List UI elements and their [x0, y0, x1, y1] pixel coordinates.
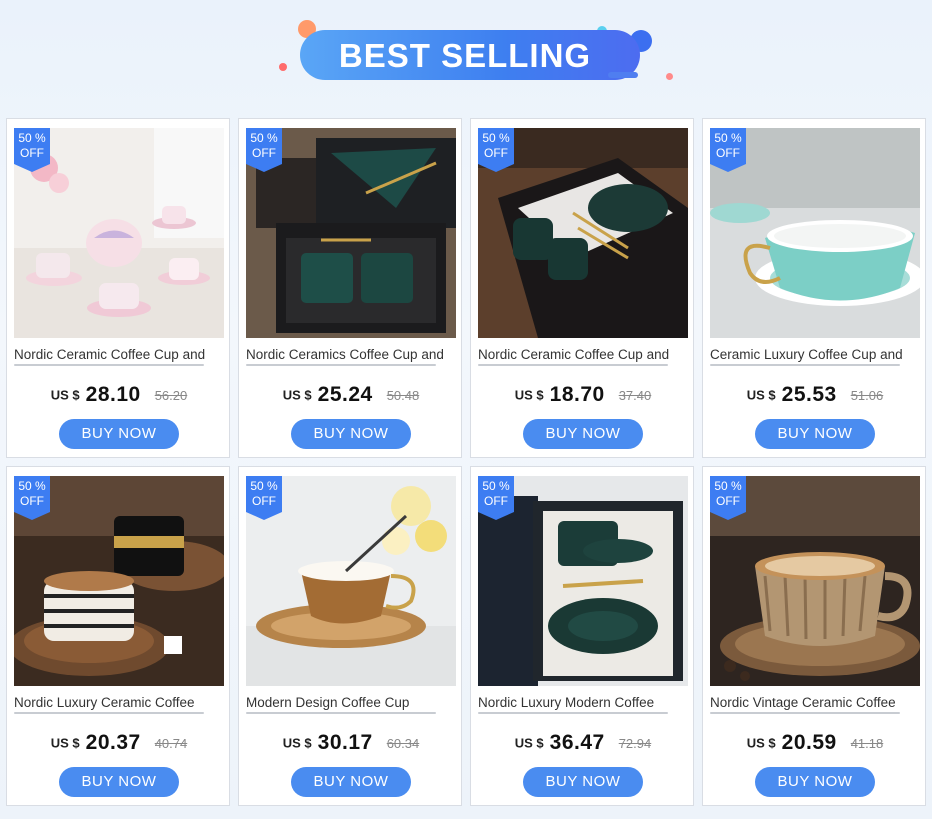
- discount-badge: 50 % OFF: [478, 128, 514, 172]
- currency-label: US $: [50, 735, 80, 751]
- original-price: 60.34: [386, 735, 420, 751]
- original-price: 40.74: [154, 735, 188, 751]
- sale-price: 30.17: [317, 731, 373, 754]
- price-row: US $ 36.47 72.94: [471, 731, 695, 757]
- discount-badge: 50 % OFF: [246, 128, 282, 172]
- decor-dot: [666, 73, 673, 80]
- buy-now-button[interactable]: BUY NOW: [59, 767, 179, 797]
- sale-price: 25.53: [781, 383, 837, 406]
- buy-now-button[interactable]: BUY NOW: [755, 419, 875, 449]
- product-name[interactable]: Nordic Ceramics Coffee Cup and: [246, 347, 458, 363]
- decor-dot: [279, 63, 287, 71]
- product-name-overflow: [246, 363, 458, 368]
- buy-now-button[interactable]: BUY NOW: [291, 767, 411, 797]
- original-price: 56.20: [154, 387, 188, 403]
- product-card[interactable]: 50 % OFF Nordic Luxury Ceramic Coffee US …: [6, 466, 230, 806]
- price-row: US $ 28.10 56.20: [7, 383, 231, 409]
- price-row: US $ 20.37 40.74: [7, 731, 231, 757]
- buy-now-button[interactable]: BUY NOW: [755, 767, 875, 797]
- original-price: 37.40: [618, 387, 652, 403]
- product-name[interactable]: Nordic Luxury Modern Coffee: [478, 695, 690, 711]
- buy-now-button[interactable]: BUY NOW: [59, 419, 179, 449]
- product-name[interactable]: Nordic Ceramic Coffee Cup and: [14, 347, 226, 363]
- sale-price: 18.70: [549, 383, 605, 406]
- discount-badge: 50 % OFF: [246, 476, 282, 520]
- discount-badge: 50 % OFF: [478, 476, 514, 520]
- price-row: US $ 20.59 41.18: [703, 731, 927, 757]
- buy-now-button[interactable]: BUY NOW: [523, 419, 643, 449]
- product-card[interactable]: 50 % OFF Nordic Vintage Ceramic Coffee US…: [702, 466, 926, 806]
- product-card[interactable]: 50 % OFF Nordic Ceramics Coffee Cup and U…: [238, 118, 462, 458]
- product-card[interactable]: 50 % OFF Nordic Luxury Modern Coffee US $…: [470, 466, 694, 806]
- buy-now-button[interactable]: BUY NOW: [523, 767, 643, 797]
- discount-badge: 50 % OFF: [710, 128, 746, 172]
- sale-price: 20.37: [85, 731, 141, 754]
- currency-label: US $: [514, 735, 544, 751]
- buy-now-button[interactable]: BUY NOW: [291, 419, 411, 449]
- original-price: 72.94: [618, 735, 652, 751]
- product-card[interactable]: 50 % OFF Nordic Ceramic Coffee Cup and US…: [470, 118, 694, 458]
- product-name-overflow: [246, 711, 458, 716]
- sale-price: 36.47: [549, 731, 605, 754]
- product-name[interactable]: Modern Design Coffee Cup: [246, 695, 458, 711]
- sale-price: 28.10: [85, 383, 141, 406]
- product-name-overflow: [710, 711, 922, 716]
- discount-badge: 50 % OFF: [14, 128, 50, 172]
- product-name[interactable]: Ceramic Luxury Coffee Cup and: [710, 347, 922, 363]
- sale-price: 20.59: [781, 731, 837, 754]
- price-row: US $ 25.24 50.48: [239, 383, 463, 409]
- discount-badge: 50 % OFF: [710, 476, 746, 520]
- product-name-overflow: [14, 363, 226, 368]
- currency-label: US $: [282, 735, 312, 751]
- best-selling-banner: BEST SELLING: [0, 0, 932, 110]
- product-name-overflow: [14, 711, 226, 716]
- product-name[interactable]: Nordic Vintage Ceramic Coffee: [710, 695, 922, 711]
- original-price: 50.48: [386, 387, 420, 403]
- discount-badge: 50 % OFF: [14, 476, 50, 520]
- price-row: US $ 18.70 37.40: [471, 383, 695, 409]
- price-row: US $ 25.53 51.06: [703, 383, 927, 409]
- product-card[interactable]: 50 % OFF Nordic Ceramic Coffee Cup and US…: [6, 118, 230, 458]
- currency-label: US $: [746, 735, 776, 751]
- product-card[interactable]: 50 % OFF Modern Design Coffee Cup US $ 30.…: [238, 466, 462, 806]
- price-row: US $ 30.17 60.34: [239, 731, 463, 757]
- currency-label: US $: [50, 387, 80, 403]
- banner-title: BEST SELLING: [338, 37, 592, 74]
- currency-label: US $: [514, 387, 544, 403]
- product-name-overflow: [478, 363, 690, 368]
- original-price: 51.06: [850, 387, 884, 403]
- product-name-overflow: [478, 711, 690, 716]
- product-name[interactable]: Nordic Luxury Ceramic Coffee: [14, 695, 226, 711]
- product-name[interactable]: Nordic Ceramic Coffee Cup and: [478, 347, 690, 363]
- product-card[interactable]: 50 % OFF Ceramic Luxury Coffee Cup and US…: [702, 118, 926, 458]
- currency-label: US $: [282, 387, 312, 403]
- currency-label: US $: [746, 387, 776, 403]
- product-name-overflow: [710, 363, 922, 368]
- sale-price: 25.24: [317, 383, 373, 406]
- original-price: 41.18: [850, 735, 884, 751]
